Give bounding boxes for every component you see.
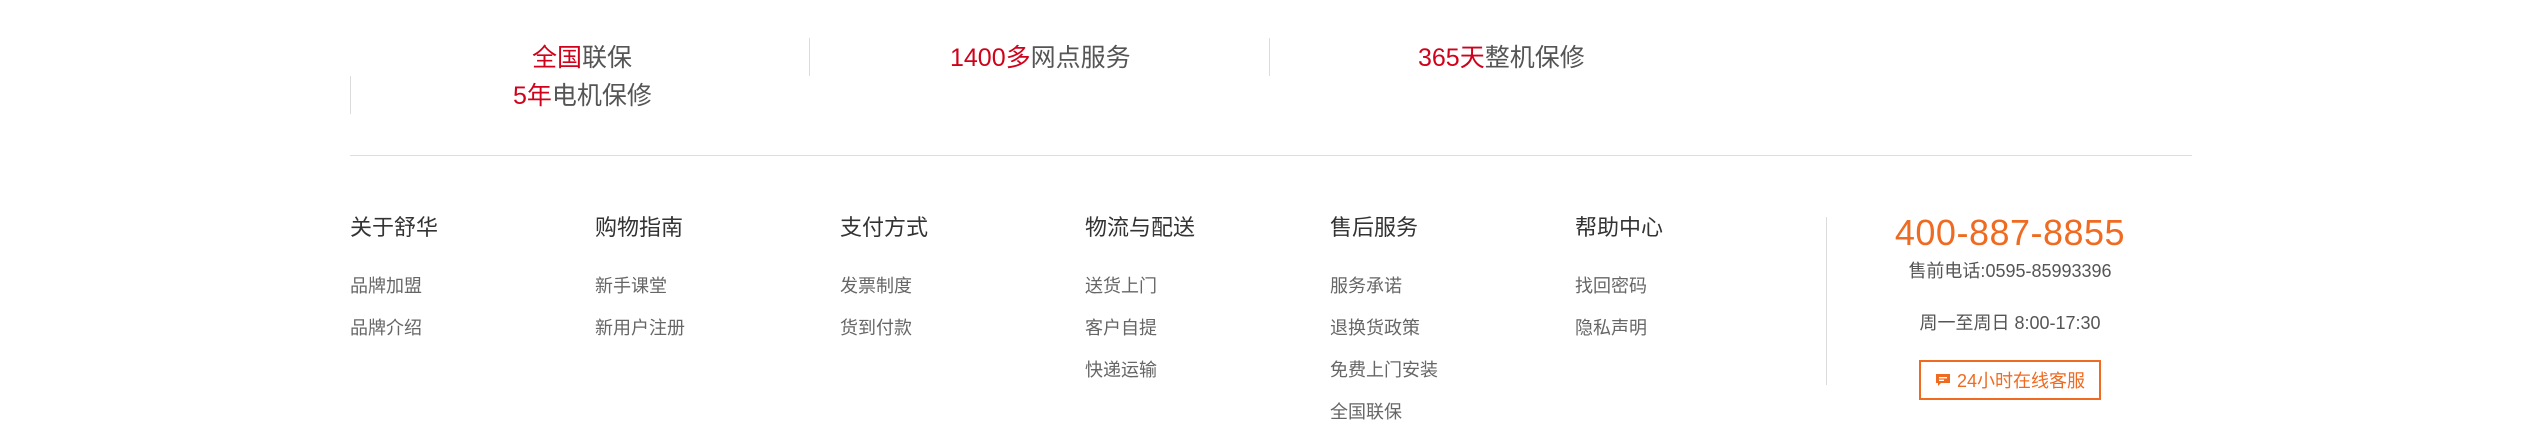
- footer-column-about: 关于舒华 品牌加盟 品牌介绍: [350, 212, 438, 358]
- promo-item-machine-warranty: 365天整机保修: [1418, 44, 1585, 72]
- contact-panel: 400-887-8855 售前电话:0595-85993396 周一至周日 8:…: [1870, 210, 2150, 400]
- footer-link-brand-intro[interactable]: 品牌介绍: [350, 316, 438, 340]
- footer-column-after-sales: 售后服务 服务承诺 退换货政策 免费上门安装 全国联保: [1330, 212, 1438, 442]
- footer-column-payment: 支付方式 发票制度 货到付款: [840, 212, 928, 358]
- promo-item-service-outlets: 1400多网点服务: [950, 44, 1131, 72]
- footer-link-service-promise[interactable]: 服务承诺: [1330, 274, 1438, 298]
- footer-link-return-policy[interactable]: 退换货政策: [1330, 316, 1438, 340]
- promo-divider: [350, 76, 351, 114]
- footer-link-brand-franchise[interactable]: 品牌加盟: [350, 274, 438, 298]
- promo-divider: [1269, 38, 1270, 76]
- promo-item-motor-warranty: 5年电机保修: [513, 82, 652, 110]
- footer-link-beginner-class[interactable]: 新手课堂: [595, 274, 685, 298]
- promo-item-nationwide-warranty: 全国联保: [532, 44, 633, 72]
- footer-column-title: 购物指南: [595, 215, 684, 240]
- footer-column-title: 售后服务: [1330, 215, 1419, 240]
- footer-column-title: 帮助中心: [1575, 215, 1664, 240]
- online-service-label: 24小时在线客服: [1956, 371, 2086, 391]
- footer-link-invoice-policy[interactable]: 发票制度: [840, 274, 928, 298]
- footer-link-home-delivery[interactable]: 送货上门: [1085, 274, 1195, 298]
- footer-link-new-user-register[interactable]: 新用户注册: [595, 316, 685, 340]
- hotline-number: 400-887-8855: [1894, 212, 2126, 253]
- footer-link-recover-password[interactable]: 找回密码: [1575, 274, 1663, 298]
- footer-column-title: 物流与配送: [1085, 215, 1196, 240]
- service-hours: 周一至周日 8:00-17:30: [1919, 313, 2101, 333]
- footer-column-title: 关于舒华: [350, 215, 439, 240]
- footer-link-cash-on-delivery[interactable]: 货到付款: [840, 316, 928, 340]
- online-service-button[interactable]: 24小时在线客服: [1918, 360, 2102, 400]
- footer-link-self-pickup[interactable]: 客户自提: [1085, 316, 1195, 340]
- promo-strip: 全国联保 1400多网点服务 365天整机保修 5年电机保修: [350, 36, 1600, 122]
- promo-divider: [809, 38, 810, 76]
- footer-link-free-installation[interactable]: 免费上门安装: [1330, 358, 1438, 382]
- footer-column-title: 支付方式: [840, 215, 929, 240]
- footer-column-help-center: 帮助中心 找回密码 隐私声明: [1575, 212, 1663, 358]
- footer-column-shopping-guide: 购物指南 新手课堂 新用户注册: [595, 212, 685, 358]
- contact-divider: [1826, 217, 1827, 385]
- footer-link-express-shipping[interactable]: 快递运输: [1085, 358, 1195, 382]
- footer-column-logistics: 物流与配送 送货上门 客户自提 快递运输: [1085, 212, 1195, 400]
- section-divider: [350, 155, 2192, 156]
- footer-link-nationwide-warranty[interactable]: 全国联保: [1330, 400, 1438, 424]
- chat-bubble-icon: [1935, 374, 1950, 386]
- footer-link-privacy-statement[interactable]: 隐私声明: [1575, 316, 1663, 340]
- presale-phone: 售前电话:0595-85993396: [1908, 261, 2112, 281]
